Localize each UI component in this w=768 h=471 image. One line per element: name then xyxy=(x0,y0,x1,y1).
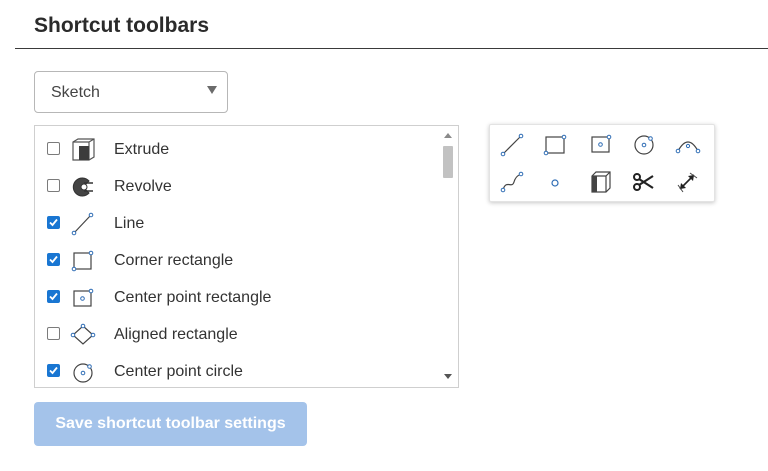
list-scrollbar[interactable] xyxy=(438,126,458,387)
center-point-circle-icon[interactable] xyxy=(630,132,658,158)
trim-icon[interactable] xyxy=(630,169,658,195)
spline-icon[interactable] xyxy=(498,169,526,195)
list-item-label: Center point rectangle xyxy=(114,289,272,306)
checkbox[interactable] xyxy=(47,216,60,229)
list-item-line[interactable]: Line xyxy=(35,204,439,241)
use-icon[interactable] xyxy=(587,169,615,195)
line-icon[interactable] xyxy=(498,132,526,158)
center-point-rectangle-icon[interactable] xyxy=(587,132,615,158)
list-item-corner-rectangle[interactable]: Corner rectangle xyxy=(35,241,439,278)
center-point-circle-icon xyxy=(70,360,96,384)
checkbox[interactable] xyxy=(47,290,60,303)
list-item-label: Corner rectangle xyxy=(114,252,234,269)
corner-rectangle-icon xyxy=(70,249,96,273)
checkbox[interactable] xyxy=(47,253,60,266)
dropdown-arrow-icon xyxy=(207,86,217,94)
list-item-label: Revolve xyxy=(114,178,172,195)
list-item-center-point-circle[interactable]: Center point circle xyxy=(35,352,439,387)
toolbar-select-value: Sketch xyxy=(51,84,100,101)
section-title: Shortcut toolbars xyxy=(34,14,210,37)
section-divider xyxy=(15,48,768,49)
three-point-arc-icon[interactable] xyxy=(674,132,702,158)
checkbox[interactable] xyxy=(47,364,60,377)
revolve-icon xyxy=(70,175,96,199)
shortcut-toolbar-preview xyxy=(489,124,715,202)
scroll-up-arrow-icon[interactable] xyxy=(444,133,452,138)
checkbox[interactable] xyxy=(47,327,60,340)
list-item-label: Line xyxy=(114,215,145,232)
point-icon[interactable] xyxy=(541,169,569,195)
center-point-rectangle-icon xyxy=(70,286,96,310)
aligned-rectangle-icon xyxy=(70,323,96,347)
toolbar-select[interactable]: Sketch xyxy=(34,71,228,113)
save-shortcut-toolbar-button[interactable]: Save shortcut toolbar settings xyxy=(34,402,307,446)
scroll-down-arrow-icon[interactable] xyxy=(444,374,452,379)
shortcut-list[interactable]: Extrude Revolve Line Corner rectangle Ce… xyxy=(34,125,459,388)
list-item-label: Extrude xyxy=(114,141,170,158)
extrude-icon xyxy=(70,138,96,162)
list-item-revolve[interactable]: Revolve xyxy=(35,167,439,204)
list-item-center-point-rectangle[interactable]: Center point rectangle xyxy=(35,278,439,315)
line-icon xyxy=(70,212,96,236)
list-item-label: Aligned rectangle xyxy=(114,326,238,343)
scroll-thumb[interactable] xyxy=(443,146,453,178)
corner-rectangle-icon[interactable] xyxy=(541,132,569,158)
list-item-aligned-rectangle[interactable]: Aligned rectangle xyxy=(35,315,439,352)
list-item-extrude[interactable]: Extrude xyxy=(35,130,439,167)
checkbox[interactable] xyxy=(47,179,60,192)
list-item-label: Center point circle xyxy=(114,363,243,380)
dimension-icon[interactable] xyxy=(674,169,702,195)
checkbox[interactable] xyxy=(47,142,60,155)
